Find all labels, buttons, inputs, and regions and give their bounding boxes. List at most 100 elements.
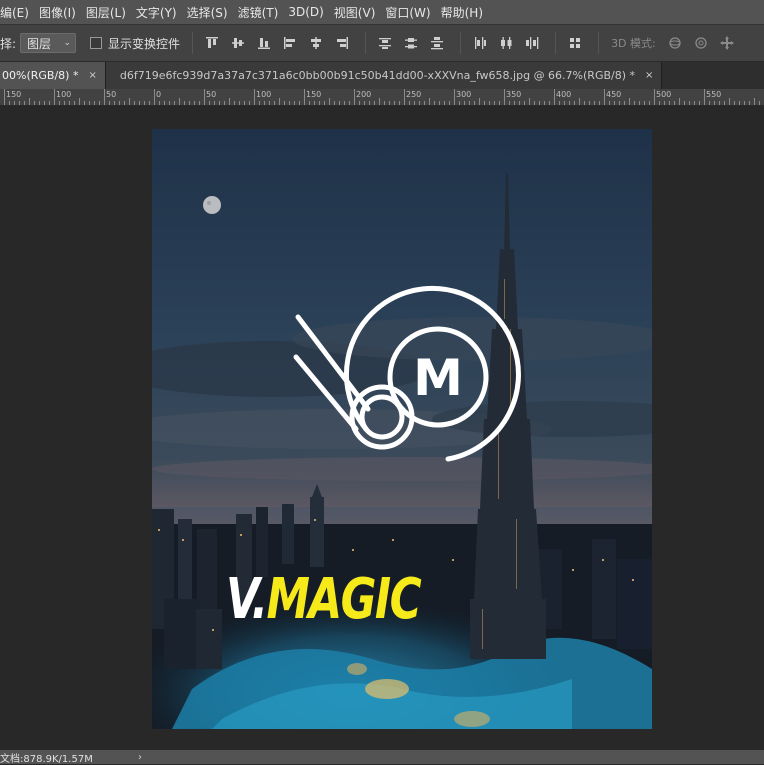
roll-3d-icon[interactable]	[690, 32, 712, 54]
chevron-right-icon[interactable]: ›	[138, 752, 142, 763]
menu-item[interactable]: 图像(I)	[39, 4, 76, 21]
ruler-minor-tick	[334, 101, 335, 105]
align-right-edges-icon[interactable]	[331, 32, 353, 54]
pan-3d-icon[interactable]	[716, 32, 738, 54]
tab-document-2[interactable]: d6f719e6fc939d7a37a7c371a6c0bb00b91c50b4…	[105, 62, 663, 89]
ruler-minor-tick	[689, 101, 690, 105]
ruler-minor-tick	[599, 101, 600, 105]
align-vertical-centers-icon[interactable]	[227, 32, 249, 54]
ruler-minor-tick	[149, 101, 150, 105]
auto-select-label: 择:	[0, 36, 17, 51]
menu-item[interactable]: 视图(V)	[334, 4, 376, 21]
ruler-minor-tick	[279, 98, 280, 105]
chevron-down-icon: ⌄	[63, 38, 72, 48]
menu-item[interactable]: 3D(D)	[288, 5, 323, 19]
align-left-edges-icon[interactable]	[279, 32, 301, 54]
ruler-minor-tick	[514, 101, 515, 105]
menu-item[interactable]: 文字(Y)	[136, 4, 177, 21]
distribute-vertical-centers-icon[interactable]	[400, 32, 422, 54]
ruler-minor-tick	[269, 101, 270, 105]
close-icon[interactable]: ×	[88, 70, 96, 81]
ruler-minor-tick	[424, 101, 425, 105]
ruler-minor-tick	[564, 101, 565, 105]
distribute-top-icon[interactable]	[374, 32, 396, 54]
horizontal-ruler[interactable]: 150 100 50 0 50 100 150 200 250 300 350 400 450 500 55…	[0, 89, 764, 106]
auto-align-layers-icon[interactable]	[564, 32, 586, 54]
ruler-minor-tick	[449, 101, 450, 105]
menu-item[interactable]: 图层(L)	[86, 4, 126, 21]
menu-item[interactable]: 帮助(H)	[441, 4, 483, 21]
ruler-minor-tick	[274, 101, 275, 105]
menu-item[interactable]: 编(E)	[0, 4, 29, 21]
menu-item[interactable]: 滤镜(T)	[238, 4, 279, 21]
ruler-minor-tick	[704, 98, 705, 105]
ruler-minor-tick	[254, 98, 255, 105]
ruler-minor-tick	[749, 101, 750, 105]
document-canvas[interactable]: M V.MAGIC	[152, 129, 652, 729]
ruler-minor-tick	[404, 98, 405, 105]
3d-mode-label: 3D 模式:	[611, 37, 656, 50]
ruler-minor-tick	[229, 98, 230, 105]
options-bar: 择: 图层 ⌄ 显示变换控件 3D 模式:	[0, 24, 764, 62]
ruler-minor-tick	[69, 101, 70, 105]
distribute-bottom-icon[interactable]	[426, 32, 448, 54]
ruler-minor-tick	[244, 101, 245, 105]
ruler-minor-tick	[34, 101, 35, 105]
ruler-minor-tick	[399, 101, 400, 105]
align-bottom-edges-icon[interactable]	[253, 32, 275, 54]
ruler-minor-tick	[349, 101, 350, 105]
ruler-label: 100	[56, 90, 72, 99]
menu-item[interactable]: 窗口(W)	[385, 4, 430, 21]
ruler-minor-tick	[719, 101, 720, 105]
ruler-minor-tick	[619, 101, 620, 105]
ruler-minor-tick	[339, 101, 340, 105]
layer-select-dropdown[interactable]: 图层 ⌄	[20, 33, 77, 53]
distribute-horizontal-centers-icon[interactable]	[495, 32, 517, 54]
show-transform-checkbox[interactable]	[90, 37, 103, 49]
ruler-minor-tick	[234, 101, 235, 105]
document-tab-bar: 00%(RGB/8) * × d6f719e6fc939d7a37a7c371a…	[0, 62, 764, 89]
ruler-minor-tick	[304, 98, 305, 105]
close-icon[interactable]: ×	[645, 70, 653, 81]
ruler-minor-tick	[554, 98, 555, 105]
canvas-workspace[interactable]: M V.MAGIC	[0, 106, 764, 750]
tab-document-1[interactable]: 00%(RGB/8) * ×	[0, 62, 106, 89]
ruler-minor-tick	[139, 101, 140, 105]
ruler-minor-tick	[109, 101, 110, 105]
ruler-minor-tick	[459, 101, 460, 105]
ruler-minor-tick	[374, 101, 375, 105]
ruler-minor-tick	[189, 101, 190, 105]
ruler-label: 150	[6, 90, 22, 99]
ruler-minor-tick	[684, 101, 685, 105]
ruler-minor-tick	[454, 98, 455, 105]
ruler-minor-tick	[519, 101, 520, 105]
ruler-label: 0	[156, 90, 162, 99]
ruler-label: 250	[406, 90, 422, 99]
ruler-minor-tick	[314, 101, 315, 105]
ruler-minor-tick	[479, 98, 480, 105]
distribute-left-icon[interactable]	[469, 32, 491, 54]
ruler-minor-tick	[594, 101, 595, 105]
menu-item[interactable]: 选择(S)	[187, 4, 228, 21]
ruler-minor-tick	[169, 101, 170, 105]
layer-select-value: 图层	[27, 36, 52, 51]
ruler-minor-tick	[669, 101, 670, 105]
ruler-minor-tick	[469, 101, 470, 105]
ruler-minor-tick	[734, 101, 735, 105]
ruler-minor-tick	[714, 101, 715, 105]
orbit-3d-icon[interactable]	[664, 32, 686, 54]
ruler-label: 50	[106, 90, 117, 99]
ruler-label: 150	[306, 90, 322, 99]
ruler-minor-tick	[59, 101, 60, 105]
ruler-minor-tick	[154, 98, 155, 105]
ruler-minor-tick	[539, 101, 540, 105]
align-horizontal-centers-icon[interactable]	[305, 32, 327, 54]
ruler-minor-tick	[214, 101, 215, 105]
align-top-edges-icon[interactable]	[201, 32, 223, 54]
ruler-minor-tick	[709, 101, 710, 105]
city-photo: M	[152, 129, 652, 729]
tab-label: 00%(RGB/8) *	[2, 69, 79, 82]
tab-label: d6f719e6fc939d7a37a7c371a6c0bb00b91c50b4…	[119, 69, 636, 82]
ruler-minor-tick	[489, 101, 490, 105]
distribute-right-icon[interactable]	[521, 32, 543, 54]
